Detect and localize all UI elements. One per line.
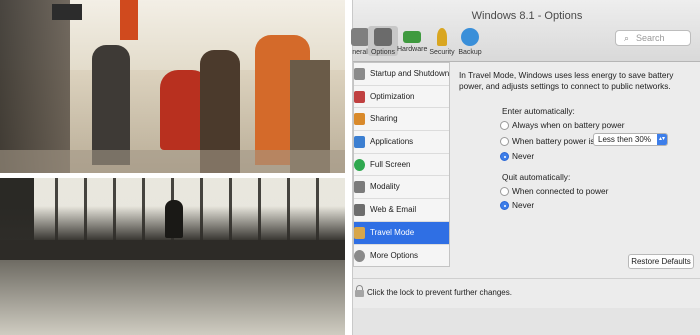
quit-automatically-title: Quit automatically: xyxy=(502,172,571,182)
radio-label: Never xyxy=(512,151,535,161)
toolbar-backup-label: Backup xyxy=(458,49,482,56)
sidebar-item-sharing[interactable]: Sharing xyxy=(354,108,449,132)
radio-button-selected[interactable] xyxy=(500,201,509,210)
key-icon xyxy=(437,28,447,46)
radio-enter-never[interactable]: Never xyxy=(500,151,534,163)
radio-button-selected[interactable] xyxy=(500,152,509,161)
window-footer: Click the lock to prevent further change… xyxy=(353,278,700,308)
radio-label: When connected to power xyxy=(512,186,609,196)
travel-mode-icon xyxy=(354,226,365,239)
radio-label: Never xyxy=(512,200,535,210)
sidebar-item-label: Travel Mode xyxy=(370,227,415,237)
sidebar-item-more-options[interactable]: More Options xyxy=(354,245,449,268)
toolbar-hardware-button[interactable]: Hardware xyxy=(397,28,427,53)
toolbar-options-button[interactable]: Options xyxy=(368,26,398,56)
options-window: Windows 8.1 - Options neral Options Hard… xyxy=(351,0,700,335)
enter-automatically-title: Enter automatically: xyxy=(502,106,575,116)
sidebar-item-label: Sharing xyxy=(370,114,398,124)
radio-when-battery-power[interactable]: When battery power is xyxy=(500,136,595,148)
battery-threshold-value: Less then 30% xyxy=(598,135,651,144)
toolbar-security-label: Security xyxy=(429,49,455,56)
sidebar-item-web-email[interactable]: Web & Email xyxy=(354,199,449,222)
full-screen-icon xyxy=(354,158,365,171)
battery-threshold-select[interactable]: Less then 30% ▴▾ xyxy=(593,133,668,146)
applications-icon xyxy=(354,136,365,149)
radio-label: When battery power is xyxy=(512,136,595,146)
sharing-icon xyxy=(354,113,365,126)
options-icon xyxy=(374,28,392,46)
sidebar-item-label: Optimization xyxy=(370,91,415,101)
travel-mode-pane: In Travel Mode, Windows uses less energy… xyxy=(459,70,697,92)
airport-travelers-photo xyxy=(0,0,345,173)
toolbar-hardware-label: Hardware xyxy=(397,46,428,53)
radio-quit-never[interactable]: Never xyxy=(500,200,534,212)
backup-icon xyxy=(461,28,479,46)
radio-when-connected-power[interactable]: When connected to power xyxy=(500,186,608,198)
radio-button[interactable] xyxy=(500,137,509,146)
restore-defaults-button[interactable]: Restore Defaults xyxy=(628,254,694,269)
window-title: Windows 8.1 - Options xyxy=(471,10,583,22)
sidebar-item-label: Applications xyxy=(370,137,414,147)
sidebar-item-optimization[interactable]: Optimization xyxy=(354,86,449,109)
chevron-up-down-icon: ▴▾ xyxy=(657,134,667,145)
sidebar-item-full-screen[interactable]: Full Screen xyxy=(354,154,449,177)
lock-icon[interactable] xyxy=(355,285,364,298)
startup-icon xyxy=(354,68,365,80)
search-placeholder: Search xyxy=(636,33,665,43)
sidebar-item-label: Full Screen xyxy=(370,159,411,169)
general-icon xyxy=(351,28,369,46)
search-icon: ⌕ xyxy=(624,33,630,43)
radio-button[interactable] xyxy=(500,187,509,196)
sidebar-item-label: Web & Email xyxy=(370,205,417,215)
toolbar-options-label: Options xyxy=(370,49,396,56)
airport-terminal-photo xyxy=(0,178,345,335)
window-titlebar: Windows 8.1 - Options neral Options Hard… xyxy=(351,0,700,62)
modality-icon xyxy=(354,181,365,194)
radio-always-on-battery[interactable]: Always when on battery power xyxy=(500,120,625,132)
travel-mode-description: In Travel Mode, Windows uses less energy… xyxy=(459,70,674,91)
toolbar-backup-button[interactable]: Backup xyxy=(455,28,485,56)
lock-hint-text: Click the lock to prevent further change… xyxy=(367,288,512,297)
sidebar-item-label: More Options xyxy=(370,250,419,260)
optimization-icon xyxy=(354,90,365,103)
options-sidebar: Startup and Shutdown Optimization Sharin… xyxy=(353,62,450,267)
hardware-icon xyxy=(403,31,421,43)
sidebar-item-label: Startup and Shutdown xyxy=(370,69,450,78)
sidebar-item-travel-mode[interactable]: Travel Mode xyxy=(354,221,449,245)
radio-button[interactable] xyxy=(500,121,509,130)
search-input[interactable]: ⌕ Search xyxy=(615,30,691,46)
sidebar-item-modality[interactable]: Modality xyxy=(354,176,449,200)
sidebar-item-applications[interactable]: Applications xyxy=(354,131,449,154)
radio-label: Always when on battery power xyxy=(512,120,625,130)
web-email-icon xyxy=(354,204,365,217)
window-bottom-edge xyxy=(353,308,700,335)
sidebar-item-startup-shutdown[interactable]: Startup and Shutdown xyxy=(354,63,449,86)
more-options-icon xyxy=(354,249,365,262)
toolbar-security-button[interactable]: Security xyxy=(427,28,457,56)
sidebar-item-label: Modality xyxy=(370,182,400,192)
